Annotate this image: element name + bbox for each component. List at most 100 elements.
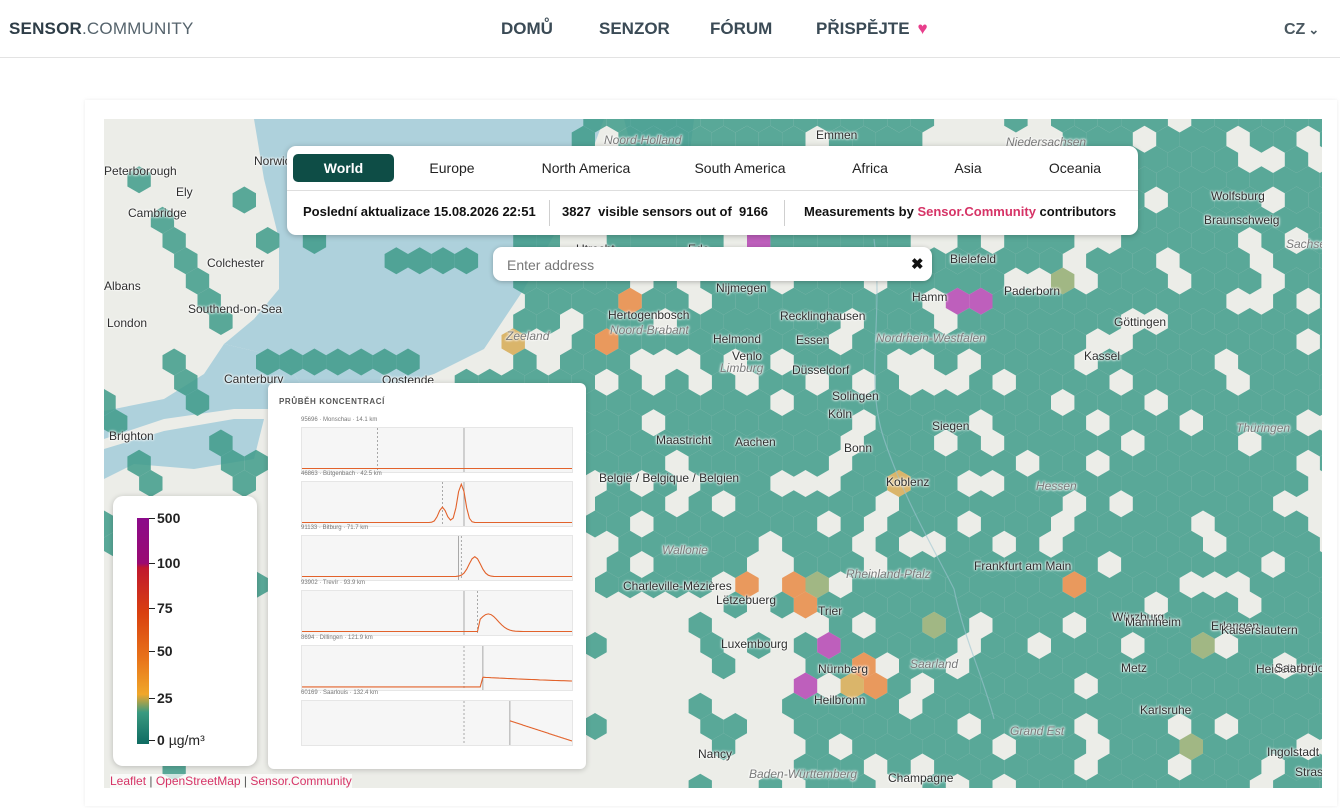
brand-logo[interactable]: SENSOR.COMMUNITY — [9, 19, 194, 39]
sparkline-label: 60169 · Saarlouis · 132.4 km — [301, 690, 379, 696]
chart-title: PRŮBĚH KONCENTRACÍ — [279, 397, 385, 406]
tab-oceania[interactable]: Oceania — [1039, 154, 1111, 182]
map-label: Noord-Holland — [604, 133, 682, 147]
tab-world[interactable]: World — [293, 154, 394, 182]
nav-forum[interactable]: FÓRUM — [710, 19, 772, 39]
sensor-community-attribution-link[interactable]: Sensor.Community — [250, 774, 351, 788]
sparkline-label: 95696 · Monschau · 14.1 km — [301, 417, 378, 423]
map-label: Lëtzebuerg — [716, 593, 777, 607]
nav-donate[interactable]: PŘISPĚJTE ♥ — [816, 19, 928, 39]
search-input[interactable] — [505, 253, 899, 277]
map-label: Brighton — [109, 429, 154, 443]
tab-asia[interactable]: Asia — [943, 154, 993, 182]
map-label: Nancy — [698, 747, 733, 761]
map-label: Trier — [818, 604, 843, 618]
tab-south-america[interactable]: South America — [685, 154, 795, 182]
map-label: Kaiserslautern — [1221, 623, 1298, 637]
leaflet-link[interactable]: Leaflet — [110, 774, 146, 788]
concentration-chart-popup: PRŮBĚH KONCENTRACÍ 95696 · Monschau · 14… — [268, 383, 586, 769]
legend-tick-0: 0 µg/m³ — [149, 732, 205, 748]
map-label: Wallonie — [662, 543, 708, 557]
divider — [549, 200, 550, 226]
map-label: Metz — [1121, 661, 1148, 675]
map-label: Frankfurt am Main — [974, 559, 1072, 573]
chevron-down-icon: ⌄ — [1308, 22, 1320, 37]
map-label: Paderborn — [1004, 284, 1061, 298]
tab-europe[interactable]: Europe — [412, 154, 492, 182]
map-label: Hessen — [1036, 479, 1077, 493]
map-label: Koblenz — [886, 475, 930, 489]
map-label: Essen — [796, 333, 830, 347]
map-label: Sachsen-Anhalt — [1286, 237, 1322, 251]
measurements-credit: Measurements by Sensor.Community contrib… — [804, 204, 1117, 219]
map-label: Aachen — [735, 435, 776, 449]
map-label: Rheinland-Pfalz — [846, 567, 931, 581]
sparkline-chart — [301, 535, 573, 581]
status-bar: Poslední aktualizace 15.08.2026 22:51 38… — [287, 190, 1138, 235]
language-selector[interactable]: CZ ⌄ — [1284, 21, 1319, 39]
close-icon[interactable]: ✖ — [911, 255, 924, 273]
nav-sensor[interactable]: SENZOR — [599, 19, 670, 39]
map-label: Hamm — [912, 290, 948, 304]
map-label: Baden-Württemberg — [749, 767, 858, 781]
sparkline-label: 93902 · Trevír · 93.9 km — [301, 580, 366, 586]
map-label: Mannheim — [1125, 615, 1182, 629]
tab-africa[interactable]: Africa — [840, 154, 900, 182]
sensor-count: 3827 visible sensors out of 9166 — [562, 204, 768, 219]
map-label: Saarbrücken — [1275, 661, 1322, 675]
map-label: Ingolstadt — [1267, 745, 1320, 759]
map-label: Hertogenbosch — [608, 308, 690, 322]
map-label: Düsseldorf — [792, 363, 850, 377]
map-label: Albans — [104, 279, 141, 293]
map-label: Thüringen — [1236, 421, 1291, 435]
legend-gradient — [137, 518, 149, 744]
map-label: Grand Est — [1010, 724, 1065, 738]
osm-link[interactable]: OpenStreetMap — [156, 774, 241, 788]
map-label: Limburg — [720, 361, 764, 375]
map-label: Braunschweig — [1204, 213, 1280, 227]
map-label: Strasbourg — [1295, 765, 1322, 779]
map-label: Solingen — [832, 389, 879, 403]
map-label: Cambridge — [128, 206, 187, 220]
map-label: Nijmegen — [716, 281, 767, 295]
map-label: Maastricht — [656, 433, 712, 447]
map-label: Nürnberg — [818, 662, 869, 676]
legend-tick-500: 500 — [148, 510, 181, 526]
sparkline-label: 8694 · Dillingen · 121.9 km — [301, 635, 373, 641]
sparkline-chart — [301, 590, 573, 636]
map-label: Bielefeld — [950, 252, 997, 266]
map-label: Saarland — [910, 657, 959, 671]
sparkline-chart — [301, 481, 573, 527]
sparkline-chart — [301, 427, 573, 473]
tab-north-america[interactable]: North America — [532, 154, 640, 182]
map-label: Noord-Brabant — [610, 323, 689, 337]
address-search: ✖ — [493, 247, 932, 281]
map-label: België / Belgique / Belgien — [599, 471, 740, 485]
map-label: Emmen — [816, 128, 858, 142]
map-label: Heilbronn — [814, 693, 866, 707]
sensor-community-link[interactable]: Sensor.Community — [917, 204, 1035, 219]
map-label: Karlsruhe — [1140, 703, 1192, 717]
region-tabs: World Europe North America South America… — [287, 146, 1138, 191]
map-label: Helmond — [713, 332, 762, 346]
map-attribution: Leaflet | OpenStreetMap | Sensor.Communi… — [110, 774, 352, 788]
heart-icon: ♥ — [917, 19, 928, 38]
map-label: Göttingen — [1114, 315, 1167, 329]
top-navigation: SENSOR.COMMUNITY DOMŮ SENZOR FÓRUM PŘISP… — [0, 0, 1340, 58]
sparkline-chart — [301, 645, 573, 691]
divider — [784, 200, 785, 226]
color-legend: 500 100 75 50 25 0 µg/m³ — [113, 496, 257, 766]
map-label: Bonn — [844, 441, 873, 455]
map-label: Nordrhein-Westfalen — [876, 331, 986, 345]
sparkline-chart — [301, 700, 573, 746]
control-panel: World Europe North America South America… — [287, 146, 1138, 235]
map-label: London — [107, 316, 148, 330]
legend-tick-75: 75 — [149, 600, 173, 616]
map-label: Colchester — [207, 256, 265, 270]
last-update: Poslední aktualizace 15.08.2026 22:51 — [303, 204, 536, 219]
map-label: Siegen — [932, 419, 970, 433]
map-label: Charleville-Mézières — [623, 579, 732, 593]
map-label: Zeeland — [506, 329, 550, 343]
map-label: Ely — [176, 185, 193, 199]
nav-home[interactable]: DOMŮ — [501, 19, 553, 39]
